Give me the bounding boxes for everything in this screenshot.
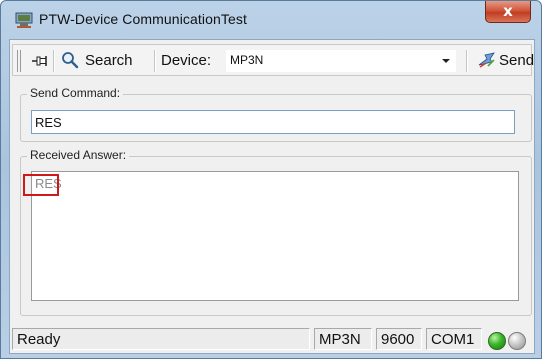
toolbar: Search Device: MP3N Send (12, 44, 535, 76)
toolbar-separator (53, 50, 55, 72)
send-label: Send (499, 52, 535, 69)
status-text: Ready (12, 328, 310, 350)
received-answer-group: Received Answer: RES (20, 148, 532, 316)
highlight-annotation (23, 174, 59, 196)
device-value: MP3N (230, 53, 264, 67)
toolbar-separator (154, 50, 156, 72)
send-icon (478, 52, 495, 68)
send-command-input[interactable] (31, 110, 515, 134)
status-led-green (488, 332, 506, 350)
toolbar-separator (466, 50, 468, 72)
pin-icon[interactable] (31, 53, 49, 69)
send-command-label: Send Command: (27, 86, 124, 100)
status-bar: Ready MP3N 9600 COM1 (12, 326, 532, 352)
status-port: COM1 (426, 328, 482, 350)
app-window: PTW-Device CommunicationTest x Search De (0, 0, 542, 359)
close-button[interactable]: x (485, 1, 531, 23)
window-title: PTW-Device CommunicationTest (39, 11, 247, 27)
search-button[interactable]: Search (57, 48, 147, 72)
app-icon (15, 12, 33, 28)
device-label: Device: (161, 52, 212, 69)
send-command-group: Send Command: (20, 86, 532, 142)
send-button[interactable]: Send (475, 48, 535, 72)
received-answer-textarea[interactable]: RES (31, 171, 519, 301)
status-device: MP3N (314, 328, 372, 350)
toolbar-grip[interactable] (17, 50, 21, 72)
search-icon (62, 52, 79, 69)
chevron-down-icon[interactable] (442, 59, 450, 63)
status-led-gray (508, 332, 526, 350)
title-bar[interactable]: PTW-Device CommunicationTest x (1, 1, 541, 37)
device-select[interactable]: MP3N (226, 50, 456, 72)
client-area: Search Device: MP3N Send Send Command: R… (9, 39, 535, 354)
search-label: Search (85, 52, 133, 69)
status-baud: 9600 (376, 328, 422, 350)
received-answer-label: Received Answer: (27, 148, 130, 162)
